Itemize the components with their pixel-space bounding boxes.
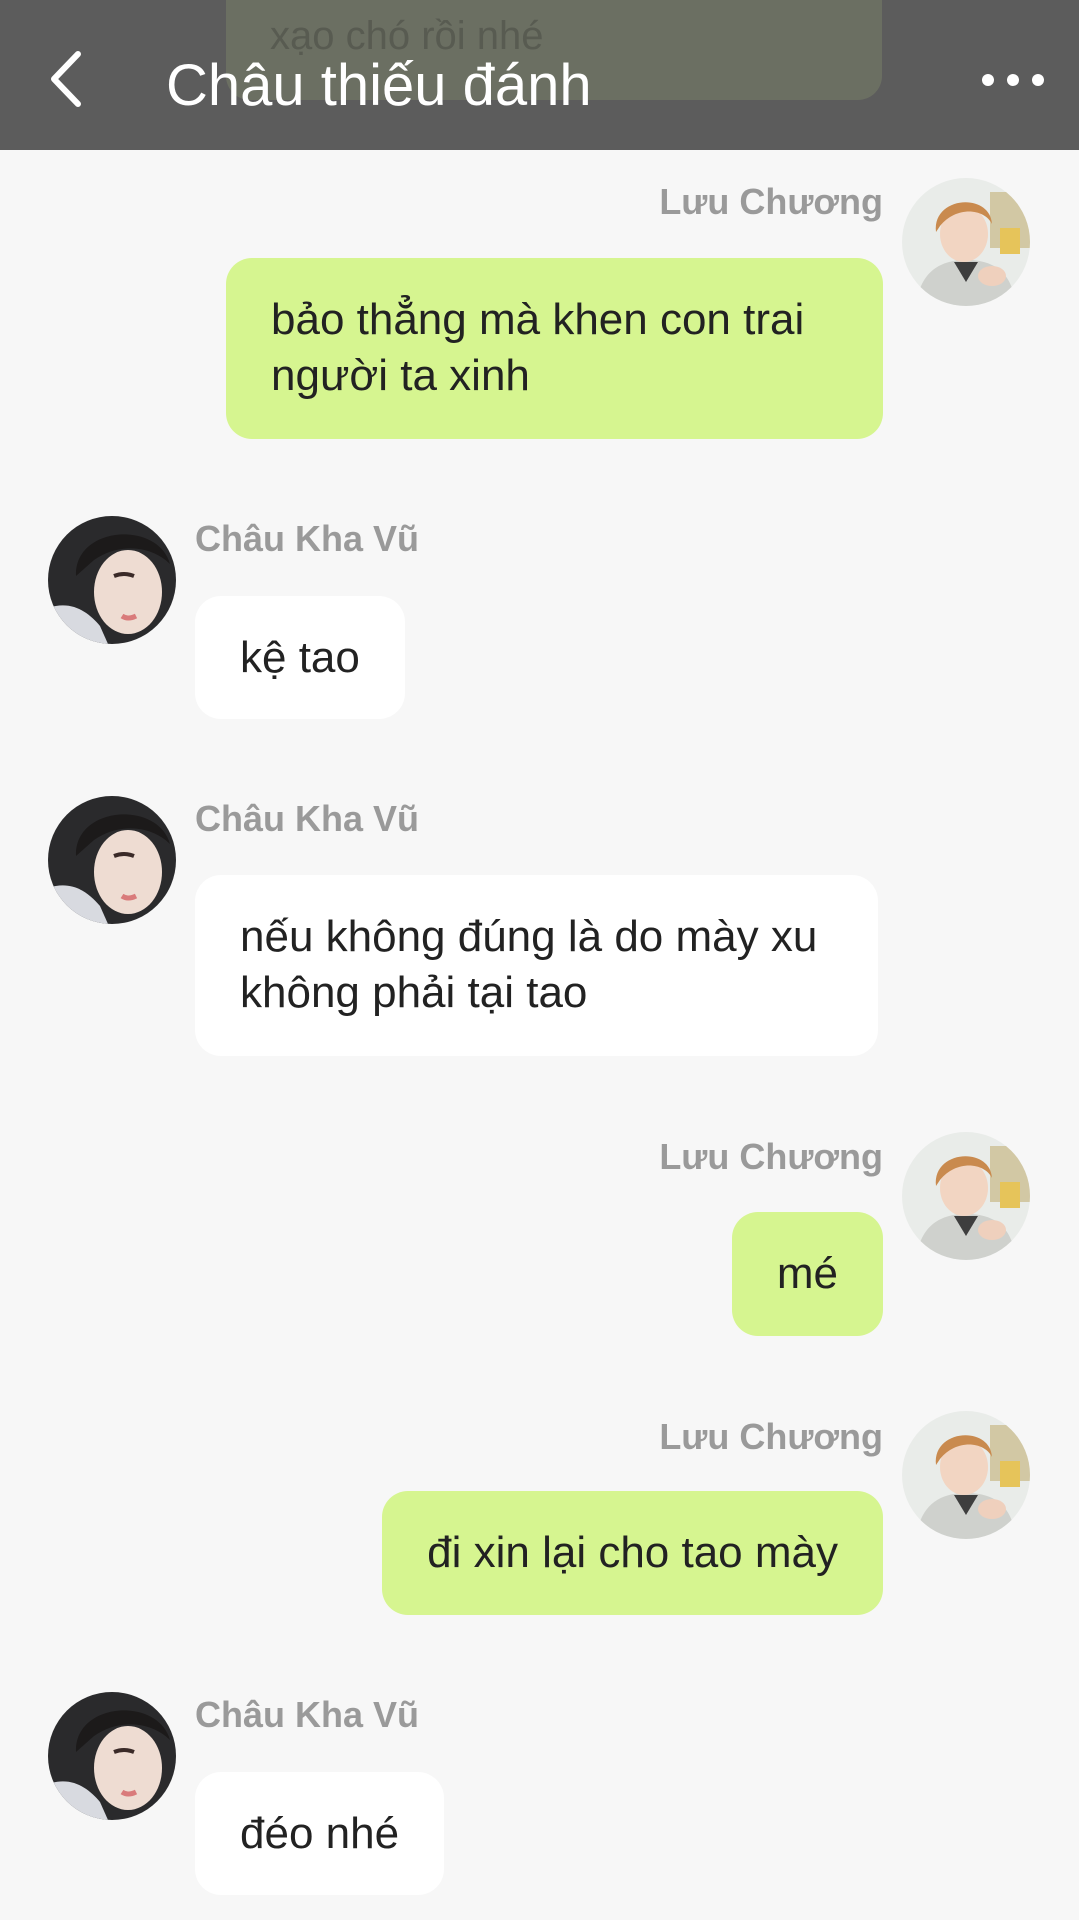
chat-screen: xạo chó rồi nhé Châu thiếu đánh Lưu Chươ… (0, 0, 1079, 1920)
chevron-left-icon (51, 51, 81, 107)
message-bubble[interactable]: nếu không đúng là do mày xu không phải t… (195, 875, 878, 1056)
avatar-chau-kha-vu[interactable] (48, 1692, 176, 1820)
sender-name: Châu Kha Vũ (195, 798, 420, 839)
message-bubble[interactable]: đéo nhé (195, 1772, 445, 1895)
top-bar: xạo chó rồi nhé Châu thiếu đánh (0, 0, 1079, 150)
avatar-luu-chuong[interactable] (902, 1411, 1030, 1539)
message-bubble[interactable]: bảo thẳng mà khen con trai người ta xinh (226, 258, 883, 439)
back-button[interactable] (38, 44, 98, 114)
sender-name: Châu Kha Vũ (195, 1694, 420, 1735)
sender-name: Lưu Chương (659, 181, 883, 222)
more-horizontal-icon (982, 74, 1044, 86)
more-options-button[interactable] (978, 60, 1048, 100)
message-bubble[interactable]: mé (731, 1212, 883, 1336)
sender-name: Châu Kha Vũ (195, 518, 420, 559)
message-bubble[interactable]: kệ tao (195, 596, 405, 719)
chat-title: Châu thiếu đánh (166, 53, 592, 118)
avatar-luu-chuong[interactable] (902, 178, 1030, 306)
message-bubble[interactable]: đi xin lại cho tao mày (382, 1491, 883, 1615)
sender-name: Lưu Chương (659, 1136, 883, 1177)
avatar-luu-chuong[interactable] (902, 1132, 1030, 1260)
avatar-chau-kha-vu[interactable] (48, 796, 176, 924)
sender-name: Lưu Chương (659, 1416, 883, 1457)
avatar-chau-kha-vu[interactable] (48, 516, 176, 644)
